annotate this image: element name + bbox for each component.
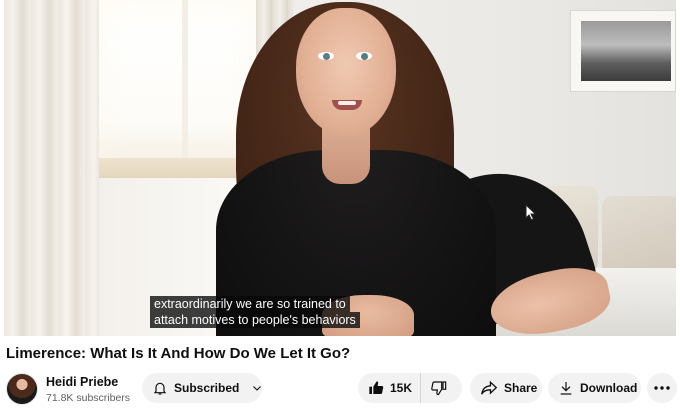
download-label: Download — [580, 381, 638, 395]
download-button[interactable]: Download — [548, 373, 641, 403]
share-button[interactable]: Share — [470, 373, 542, 403]
thumbs-down-icon — [431, 380, 447, 396]
download-icon — [558, 380, 574, 396]
channel-name[interactable]: Heidi Priebe — [46, 375, 118, 389]
more-horizontal-icon — [654, 386, 670, 390]
share-arrow-icon — [480, 380, 498, 396]
caption-line: extraordinarily we are so trained to — [150, 296, 350, 312]
like-dislike-group: 15K — [358, 373, 462, 403]
video-curtain — [4, 0, 99, 336]
thumbs-up-icon — [368, 380, 384, 396]
chevron-down-icon — [251, 382, 263, 394]
video-captions: extraordinarily we are so trained to att… — [150, 296, 360, 328]
caption-line: attach motives to people's behaviors — [150, 312, 360, 328]
video-title: Limerence: What Is It And How Do We Let … — [6, 345, 351, 362]
channel-actions-row: Heidi Priebe 71.8K subscribers Subscribe… — [0, 370, 680, 410]
channel-avatar[interactable] — [6, 373, 38, 405]
like-count: 15K — [390, 381, 413, 395]
video-person-face — [296, 8, 396, 136]
subscribed-label: Subscribed — [174, 381, 240, 395]
video-wall-picture — [570, 10, 676, 92]
dislike-button[interactable] — [421, 373, 447, 403]
mouse-pointer-icon — [525, 204, 537, 221]
subscriber-count: 71.8K subscribers — [46, 392, 131, 404]
video-window-frame — [182, 0, 188, 160]
more-actions-button[interactable] — [647, 373, 677, 403]
share-label: Share — [504, 381, 538, 395]
bell-icon — [152, 380, 168, 396]
video-player[interactable]: extraordinarily we are so trained to att… — [4, 0, 676, 336]
like-button[interactable]: 15K — [358, 373, 422, 403]
subscribed-button[interactable]: Subscribed — [142, 373, 262, 403]
